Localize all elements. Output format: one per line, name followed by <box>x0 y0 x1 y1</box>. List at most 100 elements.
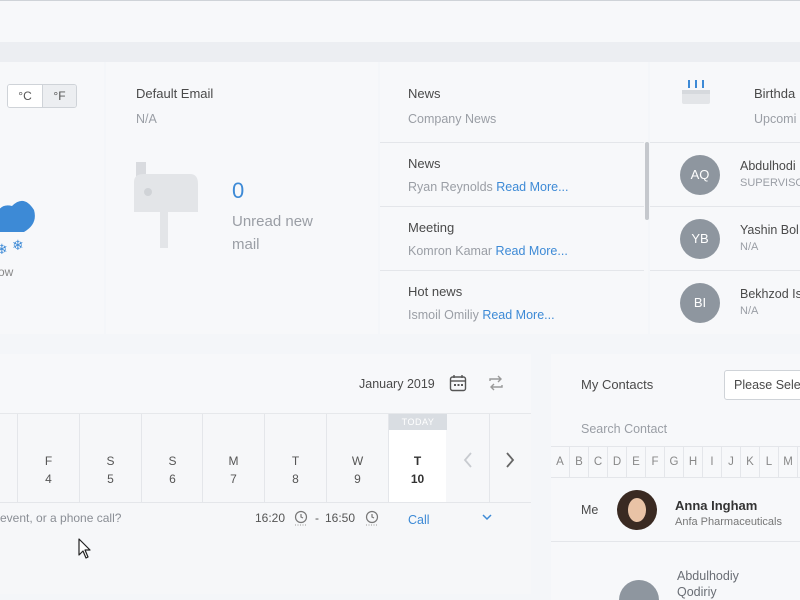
birthday-role: SUPERVISO <box>740 177 800 189</box>
clock-icon[interactable] <box>365 510 379 526</box>
birthday-item[interactable]: BI Bekhzod Is N/A <box>650 270 800 334</box>
header-band <box>0 42 800 62</box>
contact-company: Anfa Pharmaceuticals <box>675 516 782 528</box>
letter-filter[interactable]: D <box>608 447 627 477</box>
unread-count[interactable]: 0 <box>232 178 244 204</box>
celsius-button[interactable]: °C <box>8 85 42 107</box>
avatar <box>619 580 659 600</box>
news-item-title: Hot news <box>408 284 463 299</box>
email-widget: Default Email N/A 0 Unread new mail <box>106 62 378 334</box>
letter-filter[interactable]: G <box>665 447 684 477</box>
day-cell[interactable]: T8 <box>264 414 326 502</box>
birthday-item[interactable]: AQ Abdulhodi SUPERVISO <box>650 142 800 206</box>
birthday-role: N/A <box>740 305 759 317</box>
letter-filter[interactable]: B <box>570 447 589 477</box>
letter-filter[interactable]: A <box>551 447 570 477</box>
contact-row-me[interactable]: Me Anna Ingham Anfa Pharmaceuticals <box>551 478 800 542</box>
start-time[interactable]: 16:20 <box>255 511 285 525</box>
fahrenheit-button[interactable]: °F <box>42 85 76 107</box>
news-scrollbar[interactable] <box>645 142 649 220</box>
letter-filter[interactable]: F <box>646 447 665 477</box>
event-type-select[interactable]: Call <box>408 513 430 527</box>
day-date: 4 <box>45 472 52 486</box>
news-item-byline: Ryan Reynolds Read More... <box>408 180 569 194</box>
letter-filter[interactable]: J <box>722 447 741 477</box>
day-date: 5 <box>107 472 114 486</box>
day-name: F <box>44 454 53 468</box>
letter-filter[interactable]: H <box>684 447 703 477</box>
birthday-role: N/A <box>740 241 759 253</box>
avatar: BI <box>680 283 720 323</box>
mouse-cursor-icon <box>78 538 91 559</box>
svg-text:❄: ❄ <box>12 237 24 253</box>
letter-filter[interactable]: C <box>589 447 608 477</box>
alphabet-filter: A B C D E F G H I J K L M <box>551 446 800 478</box>
me-label: Me <box>581 503 599 517</box>
day-date: 10 <box>410 472 425 486</box>
letter-filter[interactable]: E <box>627 447 646 477</box>
read-more-link[interactable]: Read More... <box>482 308 554 322</box>
avatar: YB <box>680 219 720 259</box>
read-more-link[interactable]: Read More... <box>496 244 568 258</box>
day-cell[interactable]: S5 <box>79 414 141 502</box>
letter-filter[interactable]: L <box>760 447 779 477</box>
cake-icon <box>682 80 710 104</box>
chevron-down-icon[interactable] <box>482 513 492 521</box>
sync-icon[interactable] <box>487 374 505 392</box>
avatar <box>617 490 657 530</box>
news-item[interactable]: News Ryan Reynolds Read More... <box>380 142 644 206</box>
end-time[interactable]: 16:50 <box>325 511 355 525</box>
birthday-name: Bekhzod Is <box>740 287 800 301</box>
calendar-header: January 2019 <box>0 354 531 414</box>
event-input[interactable]: event, or a phone call? <box>0 511 121 525</box>
news-item-title: News <box>408 156 441 171</box>
contact-name: Anna Ingham <box>675 498 758 513</box>
email-title: Default Email <box>136 86 214 101</box>
day-cell[interactable]: F4 <box>17 414 79 502</box>
day-name: T <box>413 454 422 468</box>
news-item[interactable]: Hot news Ismoil Omiliy Read More... <box>380 270 644 334</box>
day-date: 8 <box>292 472 299 486</box>
day-cell[interactable]: W9 <box>326 414 388 502</box>
contact-search-input[interactable]: Search Contact <box>581 422 667 436</box>
calendar-month: January 2019 <box>359 377 435 391</box>
day-cell-today[interactable]: TODAY T 10 <box>388 414 447 502</box>
day-name: M <box>228 454 239 468</box>
news-item-byline: Ismoil Omiliy Read More... <box>408 308 555 322</box>
day-date: 9 <box>354 472 361 486</box>
birthday-name: Yashin Bol <box>740 223 799 237</box>
birthdays-subtitle: Upcomi <box>754 112 797 126</box>
news-widget: News Company News News Ryan Reynolds Rea… <box>380 62 649 334</box>
chevron-left-icon[interactable] <box>461 450 475 470</box>
weather-condition: ow <box>0 265 14 279</box>
contacts-filter-select[interactable]: Please Sele <box>724 370 800 400</box>
day-name: S <box>168 454 177 468</box>
letter-filter[interactable]: M <box>779 447 798 477</box>
letter-filter[interactable]: K <box>741 447 760 477</box>
snow-cloud-icon: ❄ ❄ <box>0 200 35 257</box>
chevron-right-icon[interactable] <box>503 450 517 470</box>
event-row: event, or a phone call? 16:20 - 16:50 Ca… <box>0 502 531 534</box>
svg-text:❄: ❄ <box>0 241 8 257</box>
news-subtitle: Company News <box>408 112 497 126</box>
clock-icon[interactable] <box>294 510 308 526</box>
weather-widget: °C °F ❄ ❄ ow <box>0 62 104 334</box>
today-tag: TODAY <box>389 414 447 430</box>
birthday-name: Abdulhodi <box>740 159 796 173</box>
news-author: Ismoil Omiliy <box>408 308 479 322</box>
calendar-icon[interactable] <box>449 374 467 392</box>
top-bar <box>0 0 800 42</box>
day-name: W <box>351 454 364 468</box>
news-author: Ryan Reynolds <box>408 180 493 194</box>
news-item[interactable]: Meeting Komron Kamar Read More... <box>380 206 644 270</box>
contact-name[interactable]: Abdulhodiy Qodiriy <box>677 568 757 600</box>
contacts-title: My Contacts <box>581 377 654 392</box>
avatar: AQ <box>680 155 720 195</box>
email-address: N/A <box>136 112 157 126</box>
birthday-item[interactable]: YB Yashin Bol N/A <box>650 206 800 270</box>
day-cell[interactable]: M7 <box>202 414 264 502</box>
unit-toggle[interactable]: °C °F <box>7 84 77 108</box>
day-cell[interactable]: S6 <box>141 414 203 502</box>
letter-filter[interactable]: I <box>703 447 722 477</box>
read-more-link[interactable]: Read More... <box>496 180 568 194</box>
